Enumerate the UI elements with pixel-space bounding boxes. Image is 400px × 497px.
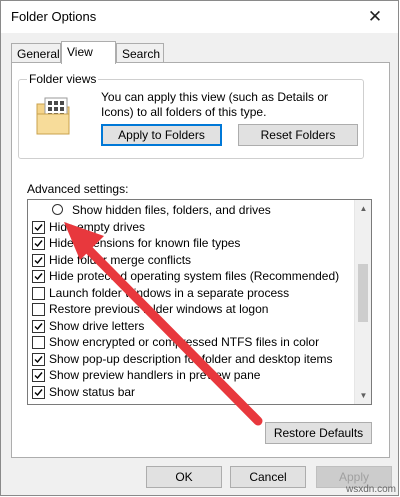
scroll-up-icon[interactable]: ▲ (355, 200, 371, 217)
checkbox-checked-icon[interactable] (32, 369, 45, 382)
checkbox-checked-icon[interactable] (32, 385, 45, 399)
option-label: Hide empty drives (49, 219, 146, 234)
checkbox-checked-icon[interactable] (32, 220, 45, 234)
option-label: Show preview handlers in preview pane (49, 368, 261, 382)
vertical-scrollbar[interactable]: ▲ ▼ (354, 200, 371, 404)
checkbox-checked-icon[interactable] (32, 270, 45, 283)
checkbox-option[interactable]: Show pop-up description for folder and d… (28, 351, 354, 368)
folder-options-dialog: Folder Options ✕ General View Search Fol… (0, 0, 399, 496)
option-label: Show pop-up description for folder and d… (49, 351, 333, 366)
tab-general[interactable]: General (11, 43, 61, 62)
checkbox-checked-icon[interactable] (32, 253, 45, 267)
radio-option[interactable]: Show hidden files, folders, and drives (28, 202, 354, 219)
reset-folders-button[interactable]: Reset Folders (238, 124, 358, 146)
checkbox-option[interactable]: Show status bar (28, 384, 354, 401)
title-bar: Folder Options ✕ (1, 1, 398, 33)
checkbox-unchecked-icon[interactable] (32, 336, 45, 349)
option-label: Show status bar (49, 384, 136, 399)
folder-views-group: Folder views You can apply this view (su… (18, 72, 364, 159)
checkbox-option[interactable]: Show drive letters (28, 318, 354, 335)
option-label: Hide protected operating system files (R… (49, 269, 340, 283)
restore-defaults-button[interactable]: Restore Defaults (265, 422, 372, 444)
option-label: Launch folder windows in a separate proc… (49, 285, 290, 300)
checkbox-checked-icon[interactable] (32, 319, 45, 333)
advanced-settings-list[interactable]: Show hidden files, folders, and drives Hi… (27, 199, 372, 405)
option-label: Show encrypted or compressed NTFS files … (49, 335, 320, 349)
window-title: Folder Options (11, 9, 97, 24)
option-label: Hide folder merge conflicts (49, 252, 192, 267)
watermark: wsxdn.com (345, 484, 396, 495)
checkbox-option[interactable]: Launch folder windows in a separate proc… (28, 285, 354, 302)
option-label: Restore previous folder windows at logon (49, 302, 269, 316)
checkbox-option[interactable]: Show encrypted or compressed NTFS files … (28, 334, 354, 351)
radio-icon[interactable] (52, 204, 63, 215)
ok-button[interactable]: OK (146, 466, 222, 488)
advanced-settings-label: Advanced settings: (27, 182, 129, 196)
checkbox-option[interactable]: Hide folder merge conflicts (28, 252, 354, 269)
checkbox-option[interactable]: Hide extensions for known file types (28, 235, 354, 252)
checkbox-option[interactable]: Restore previous folder windows at logon (28, 301, 354, 318)
option-label: Show hidden files, folders, and drives (72, 203, 271, 217)
checkbox-checked-icon[interactable] (32, 237, 45, 250)
folder-view-icon (35, 96, 77, 138)
checkbox-option[interactable]: Show preview handlers in preview pane (28, 367, 354, 384)
option-label: Show drive letters (49, 318, 145, 333)
checkbox-option[interactable]: Hide protected operating system files (R… (28, 268, 354, 285)
folder-views-description: You can apply this view (such as Details… (101, 90, 329, 119)
checkbox-option[interactable]: Hide empty drives (28, 219, 354, 236)
advanced-settings-rows: Show hidden files, folders, and drives Hi… (28, 202, 354, 400)
cancel-button[interactable]: Cancel (230, 466, 306, 488)
tab-view[interactable]: View (61, 41, 116, 64)
close-icon[interactable]: ✕ (352, 1, 398, 33)
checkbox-checked-icon[interactable] (32, 352, 45, 366)
checkbox-unchecked-icon[interactable] (32, 286, 45, 300)
scrollbar-thumb[interactable] (358, 264, 368, 322)
apply-to-folders-button[interactable]: Apply to Folders (101, 124, 222, 146)
option-label: Hide extensions for known file types (49, 236, 241, 250)
tab-search[interactable]: Search (116, 43, 164, 62)
scroll-down-icon[interactable]: ▼ (355, 387, 371, 404)
checkbox-unchecked-icon[interactable] (32, 303, 45, 316)
folder-views-title: Folder views (27, 72, 99, 86)
